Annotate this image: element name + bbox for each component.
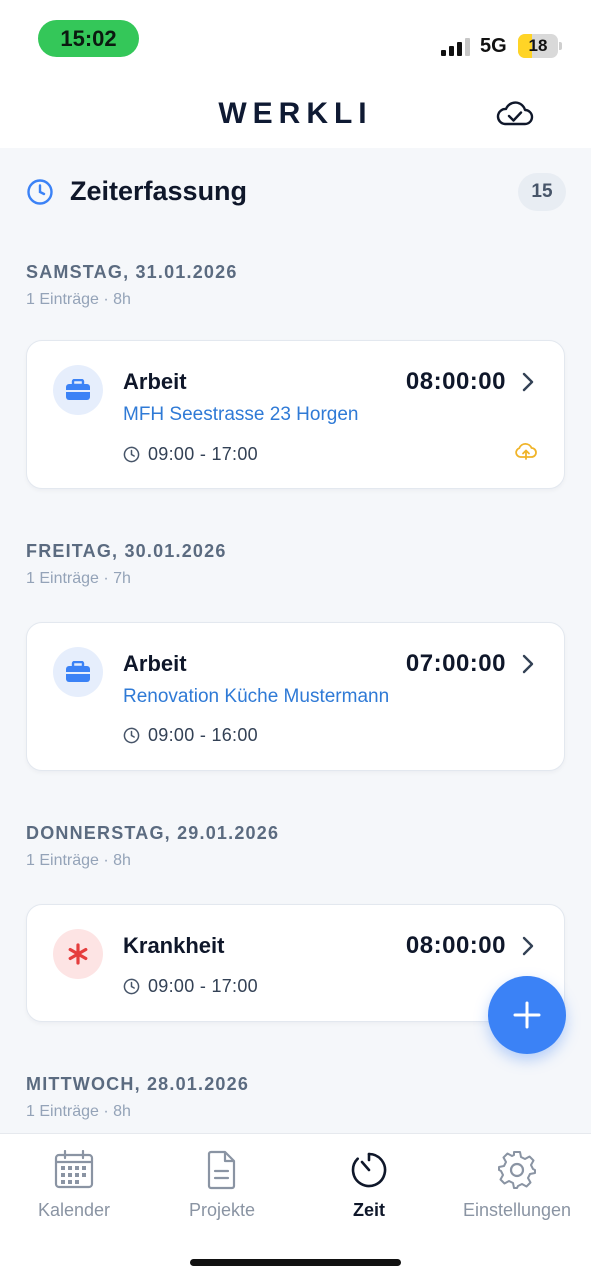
time-range-text: 09:00 - 17:00 xyxy=(148,443,258,464)
battery-tip xyxy=(559,42,562,50)
entry-duration: 08:00:00 xyxy=(405,932,506,959)
entry-type: Arbeit xyxy=(123,651,187,676)
entry-type-icon xyxy=(53,365,103,415)
time-range-text: 09:00 - 17:00 xyxy=(148,975,258,996)
tab-label: Kalender xyxy=(37,1200,111,1220)
tab-label: Einstellungen xyxy=(462,1200,572,1220)
entry-type-icon xyxy=(53,929,103,979)
clock-icon xyxy=(27,179,53,205)
section-header: Zeiterfassung 15 xyxy=(26,172,566,212)
entry-time-range: 09:00 - 17:00 xyxy=(123,442,258,466)
clock-icon xyxy=(123,978,140,994)
app-header: WERKLI xyxy=(0,80,591,148)
status-time: 15:02 xyxy=(38,20,139,57)
asterisk-icon xyxy=(68,943,88,965)
time-range-text: 09:00 - 16:00 xyxy=(148,724,258,745)
add-entry-button[interactable] xyxy=(488,976,566,1054)
briefcase-icon xyxy=(66,379,90,400)
tab-projekte[interactable]: Projekte xyxy=(148,1150,296,1221)
entry-count-badge: 15 xyxy=(518,173,566,211)
tab-label: Projekte xyxy=(188,1200,256,1220)
timer-icon xyxy=(351,1152,387,1188)
chevron-right-icon xyxy=(522,936,534,956)
entry-type-icon xyxy=(53,647,103,697)
battery-level: 18 xyxy=(528,36,548,55)
status-bar: 15:02 5G 18 xyxy=(0,0,591,80)
clock-icon xyxy=(123,727,140,743)
clock-icon xyxy=(123,446,140,462)
cloud-check-icon[interactable] xyxy=(494,96,536,132)
day-title: FREITAG, 30.01.2026 xyxy=(26,541,227,561)
time-entry-card[interactable]: Arbeit 07:00:00 Renovation Küche Musterm… xyxy=(26,622,565,771)
tab-zeit[interactable]: Zeit xyxy=(295,1150,443,1221)
time-entry-card[interactable]: Krankheit 08:00:00 09:00 - 17:00 xyxy=(26,904,565,1022)
network-type: 5G xyxy=(480,35,507,57)
document-icon xyxy=(207,1150,236,1190)
tab-einstellungen[interactable]: Einstellungen xyxy=(443,1150,591,1221)
chevron-right-icon xyxy=(522,654,534,674)
home-indicator xyxy=(190,1259,401,1266)
day-header: DONNERSTAG, 29.01.2026 1 Einträge · 8h xyxy=(26,823,566,870)
battery-icon: 18 xyxy=(518,34,558,58)
entry-time-range: 09:00 - 17:00 xyxy=(123,974,258,998)
signal-strength-icon xyxy=(441,38,470,56)
entry-type: Arbeit xyxy=(123,369,187,394)
briefcase-icon xyxy=(66,661,90,682)
day-summary: 1 Einträge · 8h xyxy=(26,852,131,869)
tab-kalender[interactable]: Kalender xyxy=(0,1150,148,1221)
page-title: Zeiterfassung xyxy=(70,176,248,206)
chevron-right-icon xyxy=(522,372,534,392)
entry-project[interactable]: Renovation Küche Mustermann xyxy=(123,686,389,708)
entry-project[interactable]: MFH Seestrasse 23 Horgen xyxy=(123,404,359,426)
tab-label: Zeit xyxy=(352,1200,385,1220)
entry-duration: 08:00:00 xyxy=(405,368,506,395)
day-summary: 1 Einträge · 8h xyxy=(26,291,131,308)
day-summary: 1 Einträge · 7h xyxy=(26,570,131,587)
plus-icon xyxy=(513,1001,541,1029)
gear-icon xyxy=(498,1151,536,1189)
day-title: DONNERSTAG, 29.01.2026 xyxy=(26,823,280,843)
calendar-icon xyxy=(54,1150,94,1189)
day-header: FREITAG, 30.01.2026 1 Einträge · 7h xyxy=(26,541,566,588)
time-entry-card[interactable]: Arbeit 08:00:00 MFH Seestrasse 23 Horgen… xyxy=(26,340,565,489)
day-header: SAMSTAG, 31.01.2026 1 Einträge · 8h xyxy=(26,262,566,309)
day-title: SAMSTAG, 31.01.2026 xyxy=(26,262,238,282)
tab-bar: Kalender Projekte Zeit Einstellungen xyxy=(0,1133,591,1280)
day-summary: 1 Einträge · 8h xyxy=(26,1103,131,1120)
entry-time-range: 09:00 - 16:00 xyxy=(123,723,258,747)
entry-type: Krankheit xyxy=(123,933,225,958)
day-header: MITTWOCH, 28.01.2026 1 Einträge · 8h xyxy=(26,1074,566,1121)
entry-duration: 07:00:00 xyxy=(405,650,506,677)
cloud-upload-icon xyxy=(515,442,537,460)
day-title: MITTWOCH, 28.01.2026 xyxy=(26,1074,250,1094)
